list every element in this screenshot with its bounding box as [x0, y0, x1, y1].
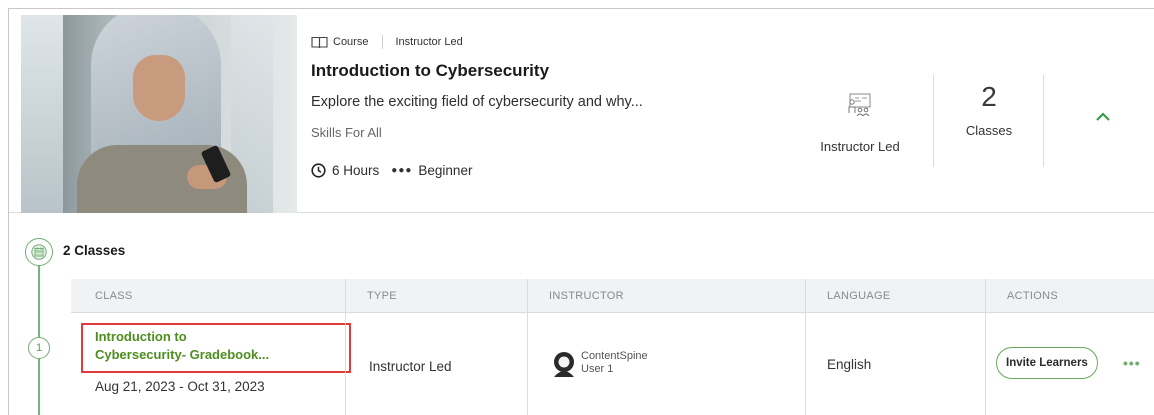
- class-name-link[interactable]: Introduction to Cybersecurity- Gradebook…: [95, 328, 349, 364]
- instructor-line2: User 1: [581, 363, 614, 375]
- summary-divider: [1043, 75, 1044, 167]
- course-type-label: Course: [333, 36, 369, 48]
- class-language: English: [827, 357, 872, 372]
- course-meta: Course Instructor Led: [311, 35, 463, 49]
- level-dots-icon: ●●●: [391, 165, 413, 176]
- class-name-line1: Introduction to: [95, 329, 187, 344]
- column-header-instructor: INSTRUCTOR: [549, 290, 624, 302]
- clock-icon: [311, 163, 326, 178]
- course-delivery-label: Instructor Led: [395, 36, 463, 48]
- avatar-icon: [554, 352, 574, 377]
- timeline-line: [38, 257, 40, 415]
- course-panel: Course Instructor Led Introduction to Cy…: [8, 8, 1154, 415]
- timeline-calendar: [25, 238, 53, 266]
- delivery-type-summary: Instructor Led: [805, 79, 915, 169]
- classes-table: CLASS TYPE INSTRUCTOR LANGUAGE ACTIONS I…: [71, 279, 1154, 415]
- course-card: Course Instructor Led Introduction to Cy…: [9, 9, 1154, 213]
- column-header-actions: ACTIONS: [1007, 290, 1058, 302]
- more-options-icon[interactable]: •••: [1123, 355, 1141, 371]
- class-dates: Aug 21, 2023 - Oct 31, 2023: [95, 379, 265, 394]
- collapse-button[interactable]: [1089, 105, 1117, 129]
- calendar-icon: [31, 244, 47, 260]
- invite-learners-button[interactable]: Invite Learners: [996, 347, 1098, 379]
- course-stats: 6 Hours ●●● Beginner: [311, 163, 472, 178]
- column-header-type: TYPE: [367, 290, 397, 302]
- table-header: CLASS TYPE INSTRUCTOR LANGUAGE ACTIONS: [71, 279, 1154, 313]
- instructor-led-icon: [848, 93, 871, 117]
- class-name-highlight: Introduction to Cybersecurity- Gradebook…: [81, 323, 351, 373]
- column-header-class: CLASS: [95, 290, 133, 302]
- class-count-label: Classes: [965, 123, 1013, 138]
- table-row: Introduction to Cybersecurity- Gradebook…: [71, 313, 1154, 415]
- summary-divider: [933, 75, 934, 167]
- course-duration: 6 Hours: [332, 163, 380, 178]
- delivery-type-label: Instructor Led: [820, 139, 900, 154]
- column-header-language: LANGUAGE: [827, 290, 891, 302]
- class-name-line2: Cybersecurity- Gradebook...: [95, 347, 270, 362]
- course-thumbnail: [21, 15, 297, 213]
- class-type: Instructor Led: [369, 359, 452, 374]
- class-count-summary: 2 Classes: [937, 81, 1041, 138]
- classes-heading: 2 Classes: [63, 243, 126, 258]
- instructor-name: ContentSpine User 1: [581, 350, 648, 376]
- meta-divider: [382, 35, 384, 49]
- book-icon: [311, 36, 328, 48]
- timeline-step: 1: [28, 337, 50, 359]
- course-title[interactable]: Introduction to Cybersecurity: [311, 61, 549, 81]
- instructor-line1: ContentSpine: [581, 350, 648, 362]
- course-provider: Skills For All: [311, 125, 382, 140]
- course-level: Beginner: [418, 163, 473, 178]
- course-description: Explore the exciting field of cybersecur…: [311, 94, 643, 110]
- chevron-up-icon: [1096, 112, 1110, 121]
- class-count: 2: [981, 81, 997, 112]
